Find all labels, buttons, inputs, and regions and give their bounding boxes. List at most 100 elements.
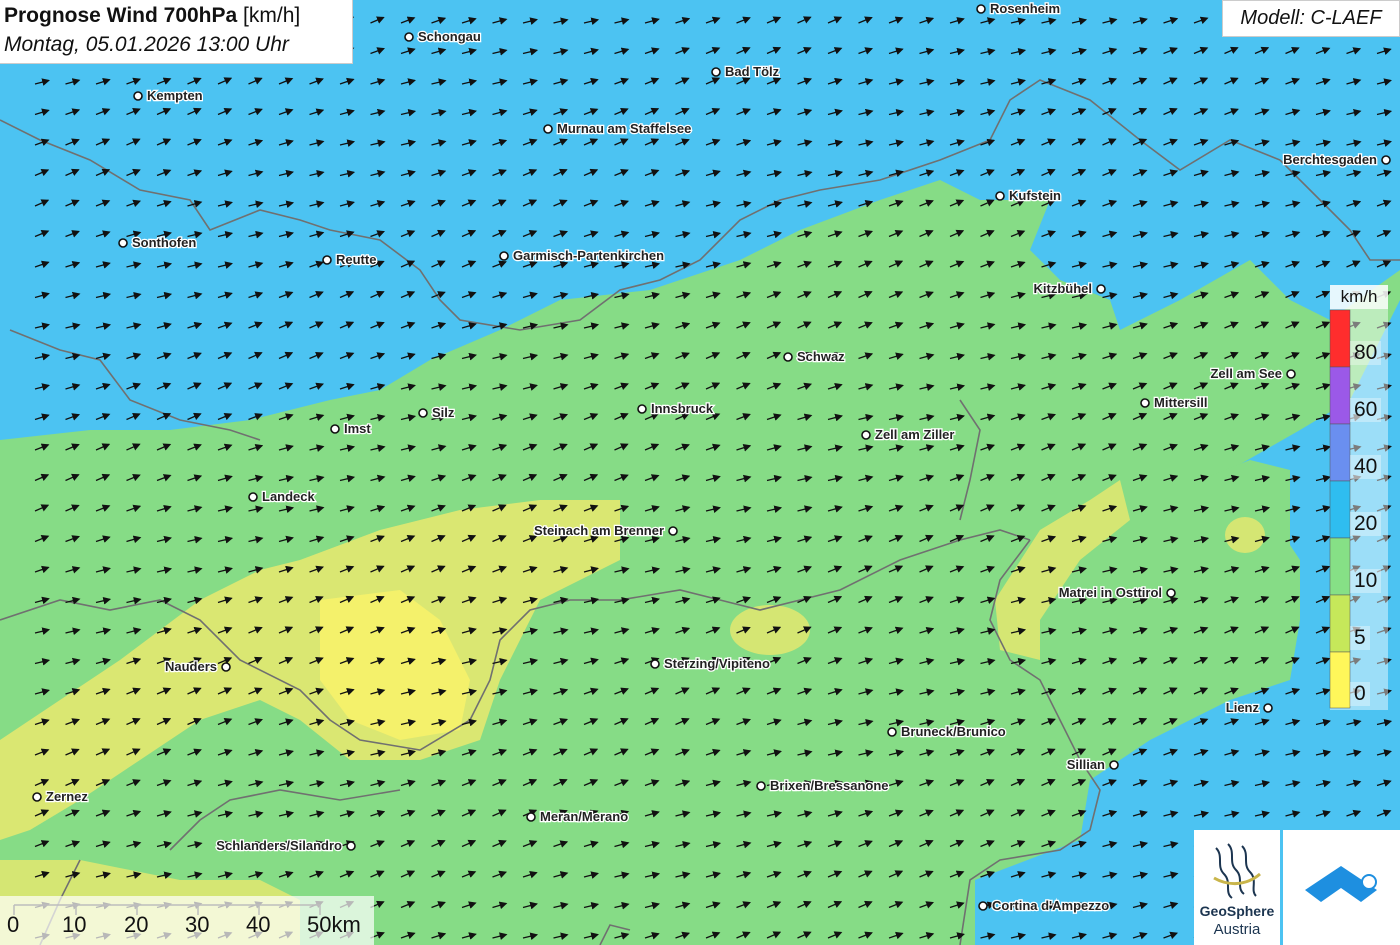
city-dot-icon	[404, 32, 414, 42]
city-dot-icon	[1286, 369, 1296, 379]
city-label: Brixen/Bressanone	[770, 778, 889, 793]
city-label: Reutte	[336, 252, 376, 267]
city-dot-icon	[221, 662, 231, 672]
city-label: Sonthofen	[132, 235, 196, 250]
scale-label-50km: 50km	[307, 912, 361, 937]
city-label: Steinach am Brenner	[534, 523, 664, 538]
map-title-box: Prognose Wind 700hPa [km/h] Montag, 05.0…	[0, 0, 353, 64]
logo-text-geosphere: GeoSphere	[1199, 903, 1275, 919]
city-dot-icon	[526, 812, 536, 822]
app-chevron-icon	[1305, 866, 1377, 902]
legend-label-20: 20	[1350, 512, 1382, 536]
city-dot-icon	[418, 408, 428, 418]
city-label: Bruneck/Brunico	[901, 724, 1006, 739]
city-dot-icon	[756, 781, 766, 791]
legend-label-5: 5	[1350, 626, 1370, 650]
city-dot-icon	[499, 251, 509, 261]
city-label: Imst	[344, 421, 371, 436]
city-label: Kufstein	[1009, 188, 1061, 203]
city-marker[interactable]: Zell am Ziller	[861, 426, 956, 443]
legend-label-80: 80	[1350, 341, 1382, 365]
forecast-datetime: Montag, 05.01.2026 13:00 Uhr	[4, 33, 289, 56]
city-label: Sillian	[1067, 757, 1105, 772]
map-title: Prognose Wind 700hPa [km/h]	[4, 4, 301, 27]
city-dot-icon	[346, 841, 356, 851]
city-marker[interactable]: Sterzing/Vipiteno	[650, 655, 771, 672]
city-marker[interactable]: Matrei in Osttirol	[1057, 584, 1176, 601]
city-dot-icon	[1140, 398, 1150, 408]
city-dot-icon	[637, 404, 647, 414]
city-label: Kempten	[147, 88, 203, 103]
app-logo[interactable]	[1283, 830, 1400, 945]
city-marker[interactable]: Rosenheim	[976, 0, 1061, 17]
city-label: Zernez	[46, 789, 88, 804]
city-dot-icon	[650, 659, 660, 669]
city-label: Sterzing/Vipiteno	[664, 656, 770, 671]
city-dot-icon	[1166, 588, 1176, 598]
city-dot-icon	[118, 238, 128, 248]
scale-label-20: 20	[124, 912, 149, 937]
city-dot-icon	[861, 430, 871, 440]
city-label: Silz	[432, 405, 455, 420]
city-label: Schwaz	[797, 349, 845, 364]
scale-label-30: 30	[185, 912, 210, 937]
city-dot-icon	[887, 727, 897, 737]
logo-text-austria: Austria	[1213, 921, 1261, 938]
city-dot-icon	[330, 424, 340, 434]
city-label: Lienz	[1226, 700, 1260, 715]
city-dot-icon	[1096, 284, 1106, 294]
legend-label-60: 60	[1350, 398, 1382, 422]
legend-label-0: 0	[1350, 682, 1370, 706]
city-marker[interactable]: Bruneck/Brunico	[887, 723, 1007, 740]
city-dot-icon	[543, 124, 553, 134]
model-label: Modell: C-LAEF	[1222, 0, 1400, 37]
city-marker[interactable]: Berchtesgaden	[1282, 151, 1391, 168]
city-label: Mittersill	[1154, 395, 1207, 410]
wind-forecast-map[interactable]: Rosenheim Schongau Bad Tölz Kempten Murnau a…	[0, 0, 1400, 945]
wind-field-yellow-spot2	[1225, 517, 1265, 553]
city-label: Zell am Ziller	[875, 427, 954, 442]
city-label: Nauders	[165, 659, 217, 674]
city-dot-icon	[668, 526, 678, 536]
scale-label-40: 40	[246, 912, 271, 937]
city-marker[interactable]: Garmisch-Partenkirchen	[499, 247, 665, 264]
city-label: Murnau am Staffelsee	[557, 121, 691, 136]
city-dot-icon	[1109, 760, 1119, 770]
city-dot-icon	[995, 191, 1005, 201]
city-label: Zell am See	[1210, 366, 1282, 381]
city-dot-icon	[133, 91, 143, 101]
geosphere-logo[interactable]: GeoSphere Austria	[1194, 830, 1280, 945]
legend-label-10: 10	[1350, 569, 1382, 593]
city-label: Kitzbühel	[1034, 281, 1093, 296]
city-label: Bad Tölz	[725, 64, 780, 79]
scale-label-0: 0	[7, 912, 20, 937]
city-label: Rosenheim	[990, 1, 1060, 16]
legend-unit: km/h	[1330, 285, 1388, 309]
city-label: Garmisch-Partenkirchen	[513, 248, 664, 263]
city-dot-icon	[978, 901, 988, 911]
city-dot-icon	[32, 792, 42, 802]
city-label: Schongau	[418, 29, 481, 44]
city-label: Landeck	[262, 489, 316, 504]
city-label: Meran/Merano	[540, 809, 628, 824]
city-dot-icon	[1381, 155, 1391, 165]
legend-label-40: 40	[1350, 455, 1382, 479]
city-marker[interactable]: Schlanders/Silandro	[215, 837, 356, 854]
city-dot-icon	[711, 67, 721, 77]
city-dot-icon	[976, 4, 986, 14]
city-marker[interactable]: Murnau am Staffelsee	[543, 120, 693, 137]
scale-label-10: 10	[62, 912, 87, 937]
city-dot-icon	[1263, 703, 1273, 713]
city-marker[interactable]: Brixen/Bressanone	[756, 777, 890, 794]
city-label: Matrei in Osttirol	[1059, 585, 1162, 600]
city-dot-icon	[248, 492, 258, 502]
city-marker[interactable]: Cortina d'Ampezzo	[978, 897, 1111, 914]
city-label: Schlanders/Silandro	[216, 838, 342, 853]
geosphere-logo-icon	[1213, 843, 1261, 899]
city-marker[interactable]: Meran/Merano	[526, 808, 629, 825]
city-label: Cortina d'Ampezzo	[992, 898, 1109, 913]
city-marker[interactable]: Steinach am Brenner	[533, 522, 678, 539]
city-label: Innsbruck	[651, 401, 714, 416]
city-dot-icon	[783, 352, 793, 362]
city-label: Berchtesgaden	[1283, 152, 1377, 167]
